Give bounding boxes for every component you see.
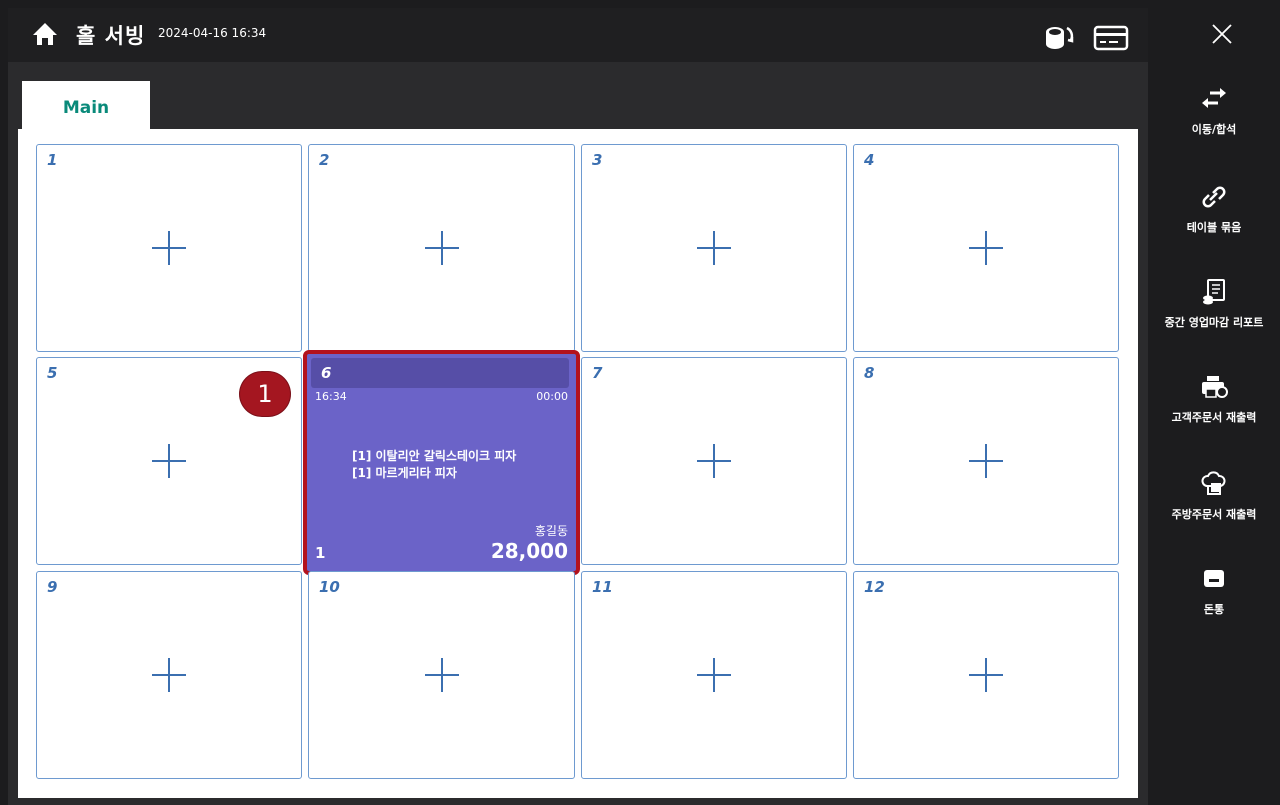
table-cell-1[interactable]: 1 <box>36 144 302 352</box>
table-number: 6 <box>321 364 332 382</box>
add-order-icon <box>969 231 1003 265</box>
coin-exchange-icon[interactable] <box>1041 24 1077 52</box>
table-number: 5 <box>47 364 58 382</box>
tab-main[interactable]: Main <box>22 81 150 129</box>
add-order-icon <box>969 658 1003 692</box>
add-order-icon <box>424 231 459 265</box>
sidebar-item-label: 이동/합석 <box>1191 123 1237 136</box>
add-order-icon <box>697 658 731 692</box>
table-number: 10 <box>319 578 340 596</box>
order-item: [1] 마르게리타 피자 <box>352 466 457 480</box>
table-number: 11 <box>592 578 613 596</box>
link-icon <box>1202 186 1226 208</box>
hall-serving-screen: 홀 서빙 2024-04-16 16:34 Main 1 2 3 4 5 6 1… <box>0 0 1280 805</box>
table-number: 9 <box>47 578 58 596</box>
table-cell-3[interactable]: 3 <box>581 144 847 352</box>
active-table-header: 6 <box>311 358 569 388</box>
sidebar-item-label: 중간 영업마감 리포트 <box>1164 316 1264 329</box>
table-cell-9[interactable]: 9 <box>36 571 302 779</box>
table-number: 8 <box>864 364 875 382</box>
header-bar: 홀 서빙 2024-04-16 16:34 <box>8 8 1148 62</box>
report-icon <box>1203 279 1225 305</box>
sidebar-item-label: 주방주문서 재출력 <box>1171 508 1257 521</box>
order-total: 28,000 <box>490 539 568 563</box>
table-cell-11[interactable]: 11 <box>581 571 847 779</box>
cash-drawer-icon <box>1204 570 1224 587</box>
guest-count: 1 <box>315 544 326 562</box>
add-order-icon <box>697 231 731 265</box>
table-number: 4 <box>864 151 875 169</box>
add-order-icon <box>152 231 186 265</box>
table-cell-12[interactable]: 12 <box>853 571 1119 779</box>
add-order-icon <box>969 444 1003 478</box>
close-icon[interactable] <box>1210 22 1234 46</box>
add-order-icon <box>152 444 186 478</box>
sidebar-item-interim-report[interactable]: 중간 영업마감 리포트 <box>1148 278 1280 330</box>
table-cell-7[interactable]: 7 <box>581 357 847 565</box>
add-order-icon <box>152 658 186 692</box>
table-number: 7 <box>592 364 603 382</box>
table-cell-4[interactable]: 4 <box>853 144 1119 352</box>
printer-reprint-icon <box>1202 376 1228 398</box>
table-number: 3 <box>592 151 603 169</box>
home-icon[interactable] <box>31 20 59 48</box>
page-title: 홀 서빙 <box>76 24 146 48</box>
sidebar-item-cash-drawer[interactable]: 돈통 <box>1148 565 1280 617</box>
order-start-time: 16:34 <box>315 390 347 403</box>
sidebar-item-label: 돈통 <box>1203 603 1225 616</box>
card-icon[interactable] <box>1093 24 1129 52</box>
sidebar-item-table-group[interactable]: 테이블 묶음 <box>1148 183 1280 235</box>
sidebar-item-kitchen-reprint[interactable]: 주방주문서 재출력 <box>1148 470 1280 522</box>
table-cell-6-active[interactable]: 6 16:34 00:00 [1] 이탈리안 갈릭스테이크 피자 [1] 마르게… <box>303 350 580 575</box>
header-datetime: 2024-04-16 16:34 <box>158 26 267 40</box>
add-order-icon <box>697 444 731 478</box>
customer-name: 홍길동 <box>534 524 568 538</box>
elapsed-time: 00:00 <box>536 390 568 403</box>
table-cell-8[interactable]: 8 <box>853 357 1119 565</box>
table-cell-10[interactable]: 10 <box>308 571 575 779</box>
move-arrows-icon <box>1202 88 1226 108</box>
add-order-icon <box>424 658 459 692</box>
sidebar-item-customer-reprint[interactable]: 고객주문서 재출력 <box>1148 373 1280 425</box>
sidebar-item-move-merge[interactable]: 이동/합석 <box>1148 85 1280 137</box>
order-item: [1] 이탈리안 갈릭스테이크 피자 <box>352 449 517 463</box>
table-number: 1 <box>47 151 58 169</box>
table-cell-2[interactable]: 2 <box>308 144 575 352</box>
table-number: 2 <box>319 151 330 169</box>
sidebar-item-label: 테이블 묶음 <box>1186 221 1242 234</box>
table-number: 12 <box>864 578 885 596</box>
sidebar-item-label: 고객주문서 재출력 <box>1171 411 1257 424</box>
callout-badge: 1 <box>240 372 290 416</box>
chef-hat-icon <box>1201 471 1226 495</box>
